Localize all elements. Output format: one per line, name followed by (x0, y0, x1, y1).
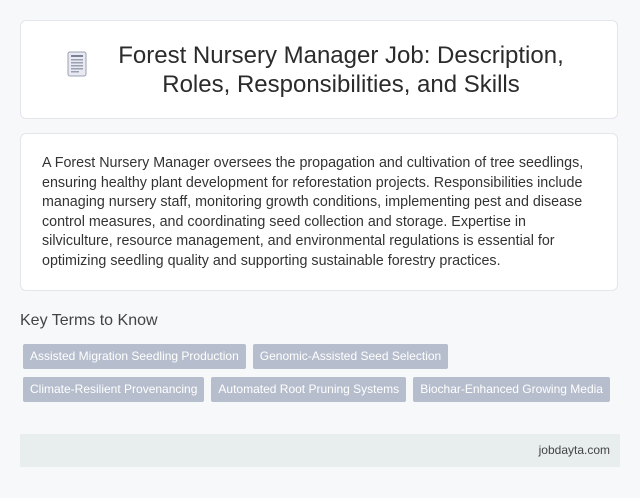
page-title: Forest Nursery Manager Job: Description,… (118, 41, 564, 98)
key-terms-heading: Key Terms to Know (20, 312, 158, 329)
document-icon (67, 51, 87, 76)
tag-row: Climate-Resilient Provenancing Automated… (23, 377, 623, 402)
tag[interactable]: Climate-Resilient Provenancing (23, 377, 205, 402)
footer: jobdayta.com (20, 434, 620, 467)
tag[interactable]: Assisted Migration Seedling Production (23, 344, 246, 369)
tag-row: Assisted Migration Seedling Production G… (23, 344, 623, 369)
tag[interactable]: Genomic-Assisted Seed Selection (252, 344, 449, 369)
footer-site-link[interactable]: jobdayta.com (539, 443, 610, 457)
description-card: A Forest Nursery Manager oversees the pr… (20, 133, 618, 291)
title-card: Forest Nursery Manager Job: Description,… (20, 20, 618, 119)
description-text: A Forest Nursery Manager oversees the pr… (42, 155, 584, 269)
tag[interactable]: Automated Root Pruning Systems (211, 377, 407, 402)
key-terms-tags: Assisted Migration Seedling Production G… (23, 344, 623, 410)
title-wrap: Forest Nursery Manager Job: Description,… (67, 41, 571, 99)
tag[interactable]: Biochar-Enhanced Growing Media (413, 377, 610, 402)
